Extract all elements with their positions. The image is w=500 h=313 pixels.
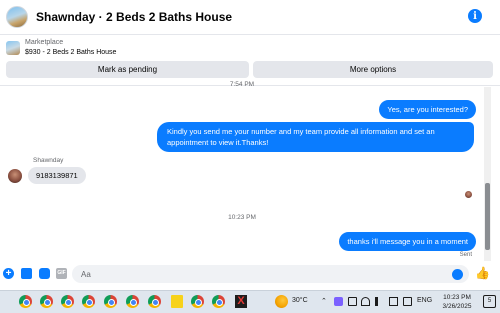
- photo-icon[interactable]: [21, 268, 32, 279]
- conversation-header: Shawnday · 2 Beds 2 Baths House i: [0, 0, 500, 35]
- language-indicator[interactable]: ENG: [417, 297, 432, 304]
- chrome-app-icon[interactable]: [126, 295, 139, 308]
- outgoing-message[interactable]: Yes, are you interested?: [379, 100, 476, 119]
- conversation-title[interactable]: Shawnday · 2 Beds 2 Baths House: [36, 10, 232, 24]
- chevron-up-icon[interactable]: ⌃: [321, 297, 330, 306]
- wifi-icon[interactable]: [361, 297, 370, 306]
- sent-status: Sent: [459, 252, 472, 258]
- emoji-icon[interactable]: [452, 269, 463, 280]
- timestamp: 10:23 PM: [228, 214, 256, 221]
- usb-icon[interactable]: [403, 297, 412, 306]
- info-icon[interactable]: i: [468, 9, 482, 23]
- pen-icon[interactable]: [334, 297, 343, 306]
- chrome-app-icon[interactable]: [191, 295, 204, 308]
- incoming-message[interactable]: 9183139871: [28, 167, 86, 184]
- sticker-icon[interactable]: [39, 268, 50, 279]
- clock[interactable]: 10:23 PM 3/26/2025: [437, 293, 477, 311]
- outgoing-message[interactable]: Kindly you send me your number and my te…: [157, 122, 474, 152]
- notification-icon[interactable]: 5: [483, 295, 496, 308]
- marketplace-card: Marketplace $930 - 2 Beds 2 Baths House …: [0, 36, 500, 86]
- messenger-window: Shawnday · 2 Beds 2 Baths House i Market…: [0, 0, 500, 313]
- plus-icon[interactable]: +: [3, 268, 14, 279]
- listing-avatar[interactable]: [6, 6, 28, 28]
- chrome-app-icon[interactable]: [148, 295, 161, 308]
- chrome-app-icon[interactable]: [61, 295, 74, 308]
- chrome-app-icon[interactable]: [82, 295, 95, 308]
- message-input[interactable]: [72, 265, 469, 283]
- chrome-app-icon[interactable]: [40, 295, 53, 308]
- listing-price-title[interactable]: $930 - 2 Beds 2 Baths House: [25, 49, 116, 56]
- clock-date: 3/26/2025: [442, 303, 472, 310]
- display-icon[interactable]: [389, 297, 398, 306]
- sticky-notes-icon[interactable]: [171, 295, 183, 308]
- sender-avatar[interactable]: [8, 169, 22, 183]
- timestamp-partial: 7:54 PM: [229, 81, 255, 88]
- more-options-button[interactable]: More options: [253, 61, 493, 78]
- thumbs-up-icon[interactable]: 👍: [475, 267, 490, 280]
- battery-icon: [348, 297, 357, 306]
- mark-as-pending-button[interactable]: Mark as pending: [6, 61, 249, 78]
- marketplace-label: Marketplace: [25, 39, 64, 46]
- weather-temperature[interactable]: 30°C: [292, 297, 308, 304]
- sender-name: Shawnday: [33, 157, 64, 164]
- message-list: 7:54 PM Yes, are you interested? Kindly …: [0, 81, 484, 261]
- listing-thumbnail[interactable]: [6, 41, 20, 55]
- weather-icon[interactable]: [275, 295, 288, 308]
- scrollbar-thumb[interactable]: [485, 183, 490, 250]
- chrome-app-icon[interactable]: [212, 295, 225, 308]
- x-app-icon[interactable]: X: [235, 295, 247, 308]
- clock-time: 10:23 PM: [443, 294, 471, 301]
- outgoing-message[interactable]: thanks i'll message you in a moment: [339, 232, 476, 251]
- chrome-app-icon[interactable]: [104, 295, 117, 308]
- speaker-icon[interactable]: [375, 297, 384, 306]
- seen-indicator-avatar: [465, 191, 472, 198]
- chrome-app-icon[interactable]: [19, 295, 32, 308]
- gif-icon[interactable]: GIF: [56, 268, 67, 279]
